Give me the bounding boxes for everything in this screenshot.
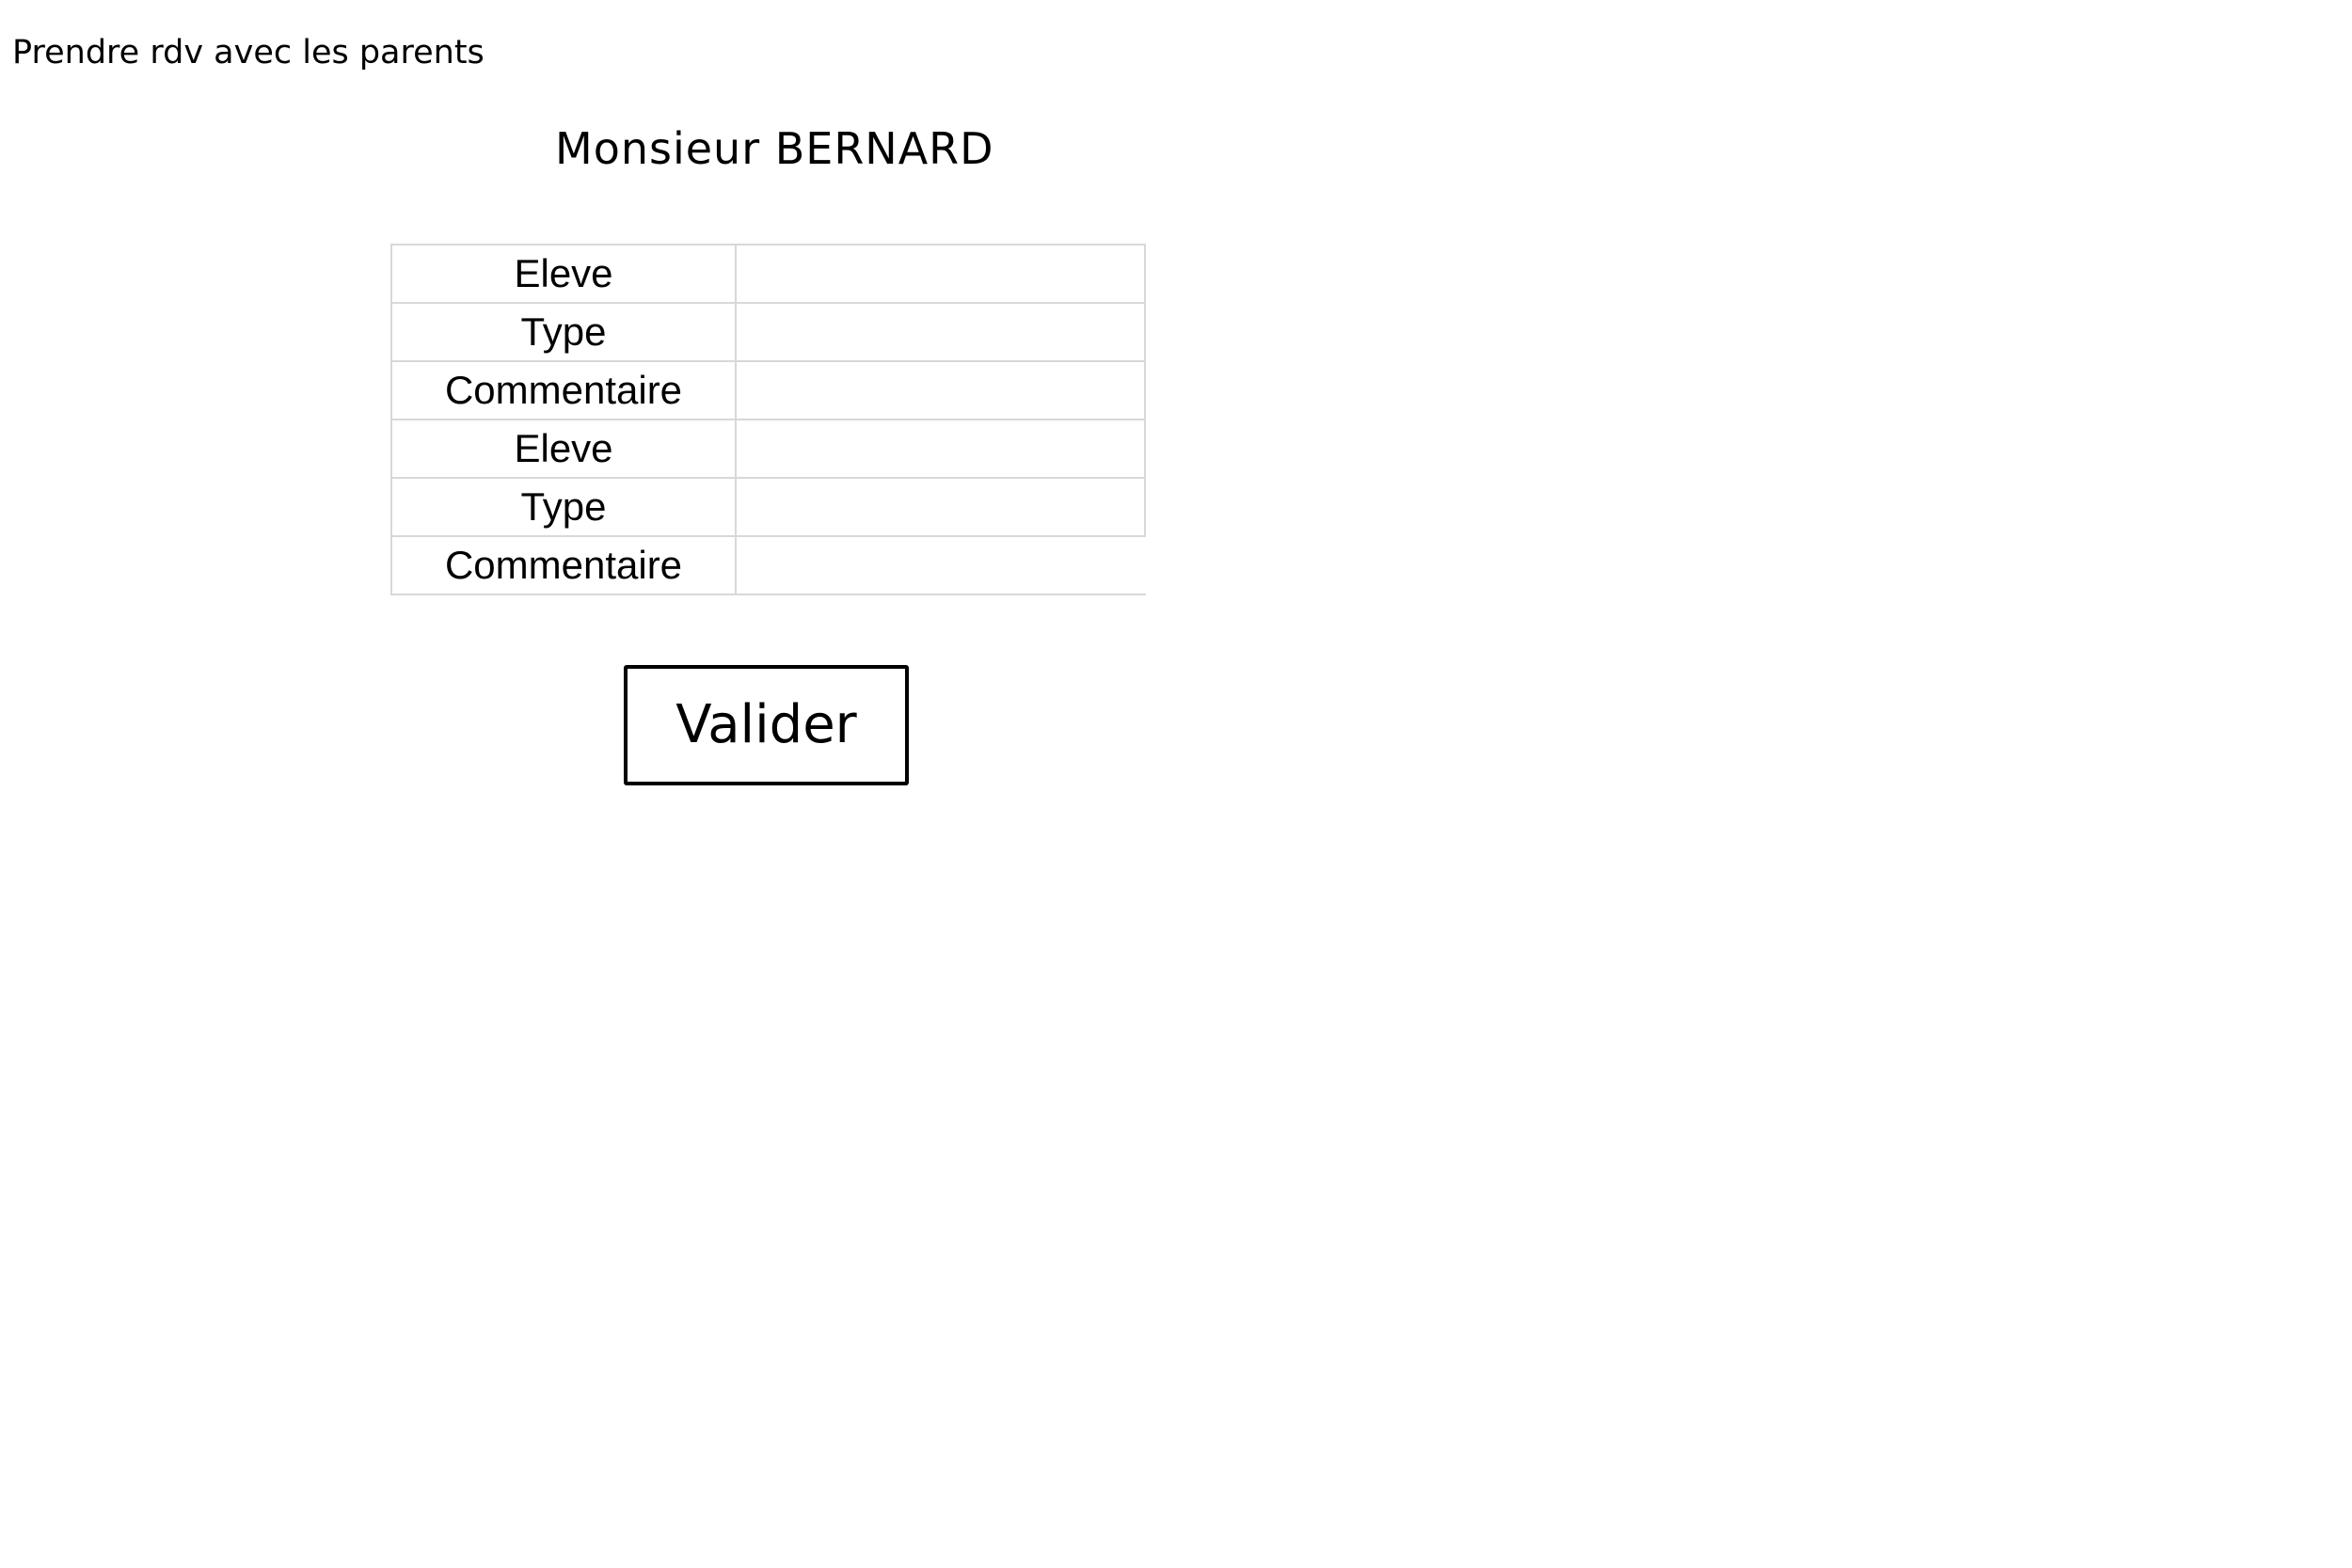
commentaire-input[interactable] bbox=[735, 535, 1145, 595]
form-row-type-1: Type bbox=[390, 302, 1146, 362]
field-label-eleve: Eleve bbox=[390, 244, 737, 304]
form-row-commentaire-2: Commentaire bbox=[390, 535, 1145, 595]
form-row-type-2: Type bbox=[390, 477, 1146, 537]
form-row-eleve-2: Eleve bbox=[390, 419, 1146, 479]
field-label-type: Type bbox=[390, 302, 737, 362]
commentaire-input[interactable] bbox=[735, 360, 1146, 420]
form-row-commentaire-1: Commentaire bbox=[390, 360, 1146, 420]
form-row-eleve-1: Eleve bbox=[390, 244, 1146, 304]
field-label-eleve: Eleve bbox=[390, 419, 737, 479]
appointment-form-table: Eleve Type Commentaire Eleve Type Commen… bbox=[390, 244, 1146, 595]
field-label-type: Type bbox=[390, 477, 737, 537]
eleve-input[interactable] bbox=[735, 244, 1146, 304]
field-label-commentaire: Commentaire bbox=[390, 360, 737, 420]
field-label-commentaire: Commentaire bbox=[390, 535, 737, 595]
eleve-input[interactable] bbox=[735, 419, 1146, 479]
type-input[interactable] bbox=[735, 477, 1146, 537]
page-heading: Prendre rdv avec les parents bbox=[12, 34, 485, 71]
validate-button[interactable]: Valider bbox=[624, 665, 909, 785]
teacher-name: Monsieur BERNARD bbox=[555, 123, 994, 174]
type-input[interactable] bbox=[735, 302, 1146, 362]
